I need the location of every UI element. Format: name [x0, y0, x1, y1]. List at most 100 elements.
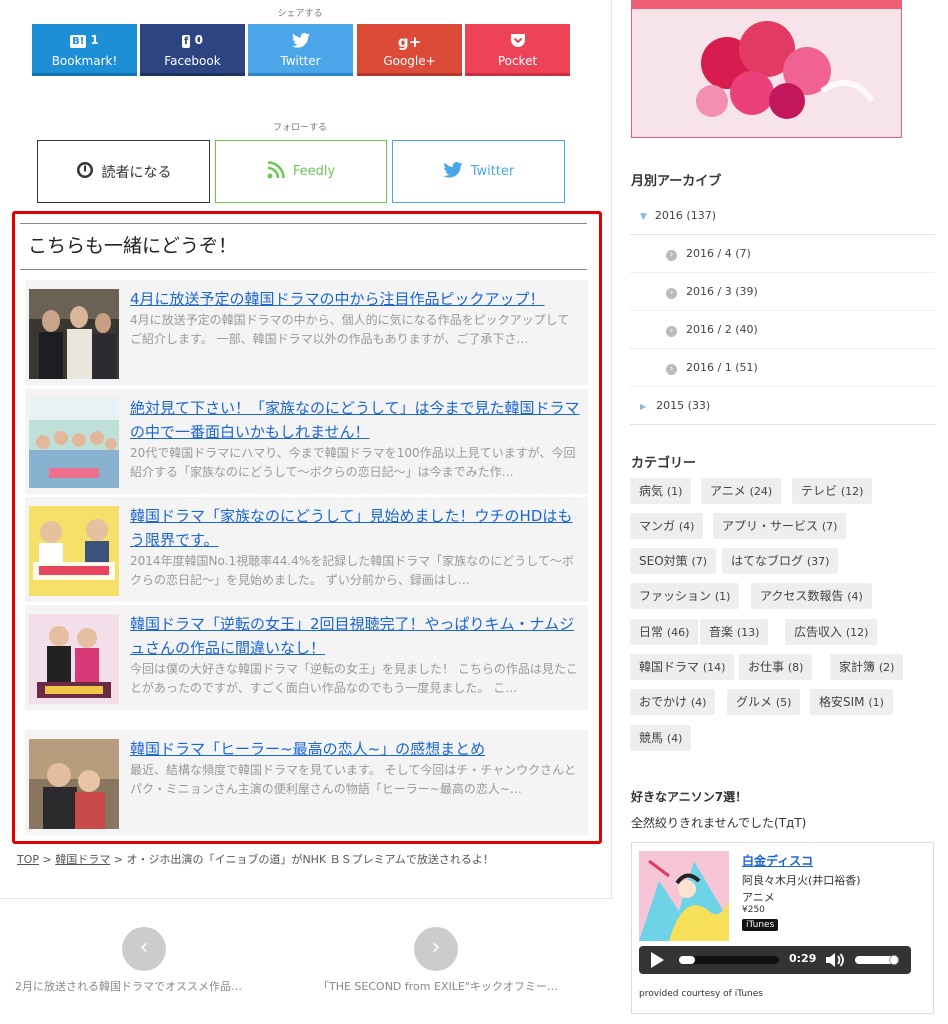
category-tag[interactable]: はてなブログ (37) [722, 548, 839, 574]
hatena-reader-icon [76, 161, 94, 183]
facebook-count: 0 [194, 33, 203, 47]
related-item-link[interactable]: 韓国ドラマ「家族なのにどうして」見始めました！ウチのHDはもう限界です。 [130, 504, 580, 552]
chevron-right-icon: › [666, 288, 677, 299]
category-tag[interactable]: マンガ (4) [630, 513, 704, 539]
twitter-share-button[interactable]: Twitter [248, 24, 353, 76]
sidebar-banner-image[interactable] [631, 0, 902, 138]
reader-follow-button[interactable]: 読者になる [37, 140, 210, 203]
related-item: 韓国ドラマ「逆転の女王」2回目視聴完了！やっぱりキム・ナムジュさんの作品に間違い… [25, 605, 588, 710]
category-tag[interactable]: おでかけ (4) [630, 689, 716, 715]
archive-month-label: 2016 / 3 (39) [686, 285, 758, 298]
category-tag[interactable]: 競馬 (4) [630, 725, 692, 751]
related-item-desc: 2014年度韓国No.1視聴率44.4%を記録した韓国ドラマ「家族なのにどうして… [130, 554, 574, 587]
related-item-link[interactable]: 韓国ドラマ「ヒーラー~最高の恋人~」の感想まとめ [130, 737, 580, 761]
related-item-desc: 20代で韓国ドラマにハマり、今まで韓国ドラマを100作品以上見ていますが、今回紹… [130, 446, 576, 479]
related-item-desc: 最近、結構な頻度で韓国ドラマを見ています。 そして今回はチ・チャンウクさんとパク… [130, 763, 577, 796]
category-tag[interactable]: 日常 (46) [630, 619, 699, 645]
breadcrumb: TOP > 韓国ドラマ > オ・ジホ出演の「イニョブの道」がNHK ＢＳプレミア… [17, 851, 494, 867]
related-item-desc: 今回は僕の大好きな韓国ドラマ「逆転の女王」を見ました！ こちらの作品は見たことが… [130, 662, 578, 695]
category-tag[interactable]: 音楽 (13) [700, 619, 769, 645]
album-artwork[interactable] [639, 851, 729, 941]
related-articles-box: こちらも一緒にどうぞ！ 4月に放送予定の韓国ドラマの中から注目作品ピックアップ！… [12, 211, 602, 844]
breadcrumb-separator: > [39, 853, 56, 866]
category-tag[interactable]: 韓国ドラマ (14) [630, 654, 735, 680]
archive-month-label: 2016 / 4 (7) [686, 247, 751, 260]
related-item-link[interactable]: 4月に放送予定の韓国ドラマの中から注目作品ピックアップ！ [130, 287, 580, 311]
twitter-follow-button[interactable]: Twitter [392, 140, 565, 203]
bookmark-label: Bookmark! [51, 54, 118, 68]
archive-month-item[interactable]: › 2016 / 4 (7) [630, 235, 935, 273]
archive-year-2016[interactable]: ▼ 2016 (137) [630, 197, 935, 235]
feedly-follow-label: Feedly [292, 164, 336, 179]
category-tag[interactable]: 病気 (1) [630, 478, 692, 504]
itunes-credit: provided courtesy of iTunes [639, 989, 763, 999]
hatena-bookmark-button[interactable]: B! 1 Bookmark! [32, 24, 137, 76]
related-item-link[interactable]: 韓国ドラマ「逆転の女王」2回目視聴完了！やっぱりキム・ナムジュさんの作品に間違い… [130, 612, 580, 660]
main-column: シェアする B! 1 Bookmark! f 0 Facebook Twitte… [0, 0, 612, 1024]
category-tag[interactable]: お仕事 (8) [739, 654, 813, 680]
archive-year-2015[interactable]: ▶ 2015 (33) [630, 387, 935, 425]
itunes-badge[interactable]: iTunes [742, 919, 779, 931]
volume-slider[interactable] [855, 955, 899, 965]
archive-year-label: 2015 (33) [656, 399, 711, 412]
related-thumbnail[interactable] [29, 739, 119, 829]
progress-track[interactable] [679, 956, 779, 964]
facebook-icon: f [182, 35, 191, 48]
related-thumbnail[interactable] [29, 398, 119, 488]
facebook-share-button[interactable]: f 0 Facebook [140, 24, 245, 76]
related-item-link[interactable]: 絶対見て下さい！「家族なのにどうして」は今まで見た韓国ドラマの中で一番面白いかも… [130, 396, 580, 444]
volume-thumb[interactable] [889, 955, 899, 965]
category-tag[interactable]: ファッション (1) [630, 583, 740, 609]
twitter-icon [248, 24, 353, 54]
category-tag[interactable]: SEO対策 (7) [630, 548, 717, 574]
prev-article-title[interactable]: 2月に放送される韓国ドラマでオススメ作品… [15, 978, 242, 994]
collapse-arrow-icon: ▶ [640, 402, 647, 411]
related-thumbnail[interactable] [29, 506, 119, 596]
related-item: 韓国ドラマ「家族なのにどうして」見始めました！ウチのHDはもう限界です。 201… [25, 497, 588, 602]
archive-month-item[interactable]: › 2016 / 1 (51) [630, 349, 935, 387]
song-artist: 阿良々木月火(井口裕香) [742, 874, 861, 887]
pocket-share-button[interactable]: Pocket [465, 24, 570, 76]
bookmark-count: 1 [90, 33, 99, 47]
feedly-follow-button[interactable]: Feedly [215, 140, 387, 203]
category-tag[interactable]: アニメ (24) [701, 478, 782, 504]
next-article-button[interactable]: › [414, 927, 458, 971]
category-heading: カテゴリー [631, 456, 697, 471]
pocket-label: Pocket [497, 54, 538, 68]
pocket-icon [465, 24, 570, 54]
anison-heading: 好きなアニソン7選！ [631, 790, 748, 804]
googleplus-label: Google+ [383, 54, 436, 68]
category-tag[interactable]: グルメ (5) [727, 689, 801, 715]
googleplus-share-button[interactable]: g+ Google+ [357, 24, 462, 76]
chevron-right-icon: › [666, 364, 677, 375]
hatena-icon: B! [70, 35, 87, 48]
progress-thumb[interactable] [679, 956, 695, 964]
song-title-link[interactable]: 白金ディスコ [742, 852, 813, 869]
related-thumbnail[interactable] [29, 289, 119, 379]
archive-month-item[interactable]: › 2016 / 3 (39) [630, 273, 935, 311]
category-tag[interactable]: アクセス数報告 (4) [751, 583, 872, 609]
related-item: 韓国ドラマ「ヒーラー~最高の恋人~」の感想まとめ 最近、結構な頻度で韓国ドラマを… [25, 730, 588, 835]
category-tag[interactable]: 広告収入 (12) [785, 619, 878, 645]
breadcrumb-category-link[interactable]: 韓国ドラマ [55, 853, 110, 866]
prev-article-button[interactable]: ‹ [122, 927, 166, 971]
itunes-widget: 白金ディスコ 阿良々木月火(井口裕香) アニメ ¥250 iTunes 0:29… [631, 842, 934, 1014]
related-thumbnail[interactable] [29, 614, 119, 704]
googleplus-icon: g+ [397, 33, 422, 51]
category-tag[interactable]: テレビ (12) [792, 478, 873, 504]
category-tag[interactable]: アプリ・サービス (7) [713, 513, 847, 539]
play-icon[interactable] [651, 952, 664, 968]
follow-caption: フォローする [272, 123, 327, 133]
playback-time: 0:29 [789, 952, 817, 965]
song-price: ¥250 [742, 905, 765, 915]
archive-month-label: 2016 / 1 (51) [686, 361, 758, 374]
category-tag[interactable]: 家計簿 (2) [830, 654, 904, 680]
divider [0, 898, 612, 899]
breadcrumb-top-link[interactable]: TOP [17, 853, 39, 866]
next-article-title[interactable]: 「THE SECOND from EXILE"キックオフミー… [318, 978, 558, 994]
chevron-right-icon: › [666, 326, 677, 337]
category-tag[interactable]: 格安SIM (1) [810, 689, 893, 715]
volume-icon[interactable] [825, 952, 845, 972]
archive-month-item[interactable]: › 2016 / 2 (40) [630, 311, 935, 349]
archive-month-label: 2016 / 2 (40) [686, 323, 758, 336]
